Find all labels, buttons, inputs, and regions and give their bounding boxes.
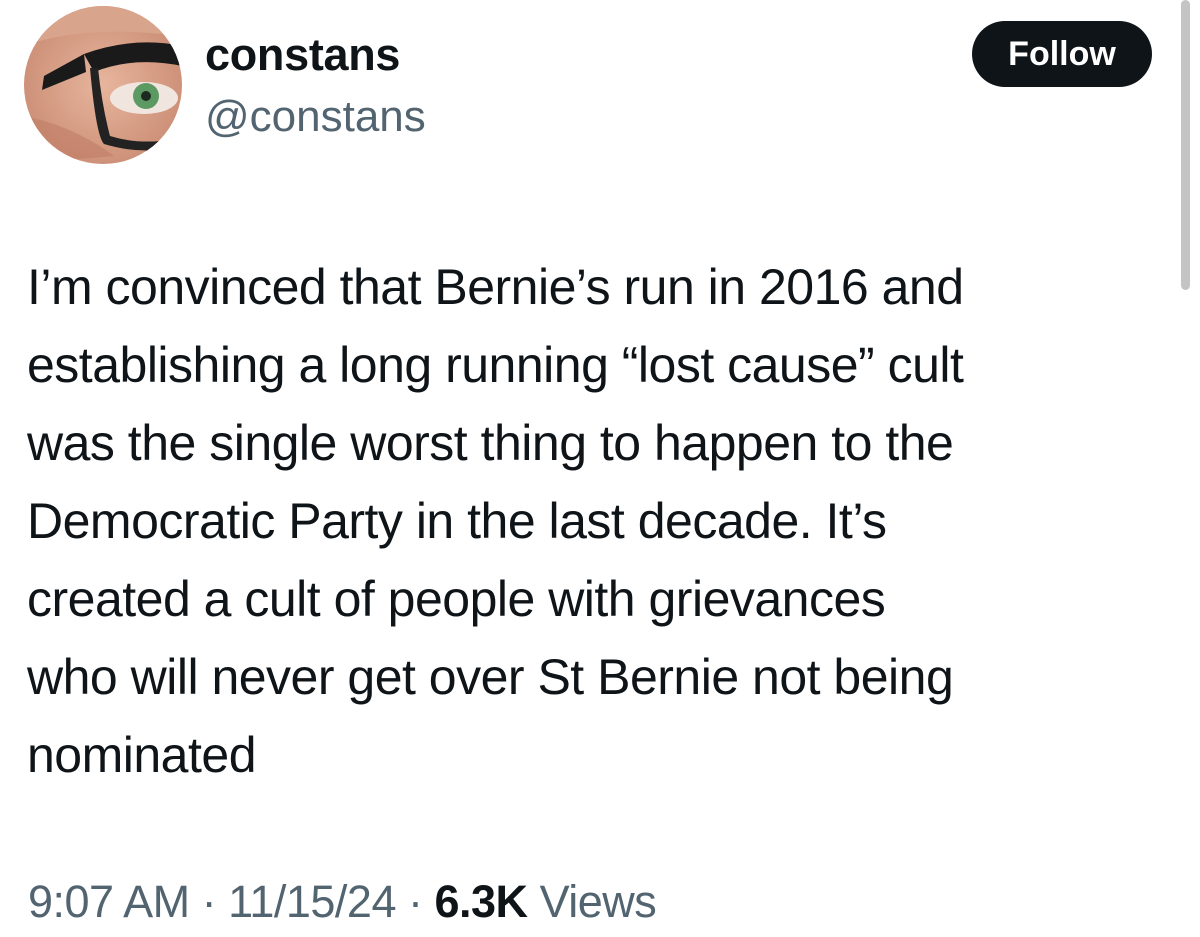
follow-button[interactable]: Follow: [972, 21, 1152, 87]
tweet-time[interactable]: 9:07 AM: [28, 876, 190, 927]
avatar-image: [24, 6, 182, 164]
tweet-text: I’m convinced that Bernie’s run in 2016 …: [27, 248, 1177, 794]
tweet-date[interactable]: 11/15/24: [228, 876, 396, 927]
avatar[interactable]: [24, 6, 182, 164]
author-handle[interactable]: @constans: [205, 92, 426, 142]
views-label: Views: [539, 876, 657, 927]
tweet-text-line: establishing a long running “lost cause”…: [27, 337, 964, 393]
views-count: 6.3K: [434, 876, 529, 927]
tweet-text-line: was the single worst thing to happen to …: [27, 415, 954, 471]
tweet-text-line: created a cult of people with grievances: [27, 571, 886, 627]
tweet-text-line: nominated: [27, 727, 257, 783]
tweet-meta: 9:07 AM · 11/15/24 · 6.3K Views: [28, 874, 657, 930]
meta-separator: ·: [407, 876, 423, 927]
tweet-text-line: who will never get over St Bernie not be…: [27, 649, 954, 705]
author-display-name[interactable]: constans: [205, 30, 400, 80]
tweet-text-line: I’m convinced that Bernie’s run in 2016 …: [27, 259, 964, 315]
tweet-text-line: Democratic Party in the last decade. It’…: [27, 493, 887, 549]
meta-separator: ·: [201, 876, 217, 927]
scrollbar[interactable]: [1181, 0, 1190, 290]
